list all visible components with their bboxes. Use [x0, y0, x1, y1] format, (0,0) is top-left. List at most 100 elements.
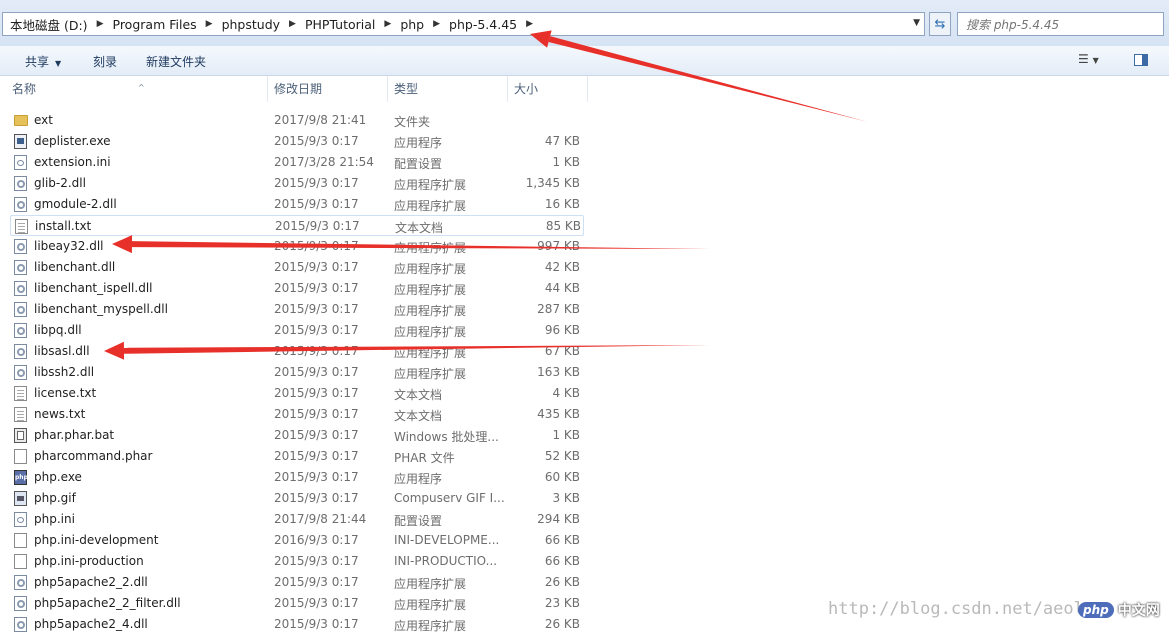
- dll-file-icon: [14, 281, 27, 296]
- file-type: 应用程序扩展: [394, 325, 467, 339]
- address-history-dropdown-icon[interactable]: ▼: [913, 18, 920, 28]
- bat-file-icon: [14, 428, 27, 443]
- file-type: 文本文档: [394, 388, 443, 402]
- breadcrumb-item[interactable]: Program Files: [110, 17, 200, 32]
- file-name: glib-2.dll: [34, 176, 86, 190]
- file-date: 2015/9/3 0:17: [274, 323, 359, 337]
- file-row[interactable]: ext 2017/9/8 21:41 文件夹: [10, 110, 584, 131]
- burn-button[interactable]: 刻录: [93, 53, 117, 70]
- file-size: 1,345 KB: [525, 176, 580, 190]
- file-date: 2017/3/28 21:54: [274, 155, 374, 169]
- column-header-name-label: 名称: [12, 82, 37, 96]
- chevron-down-icon: ▼: [1092, 56, 1099, 65]
- file-row[interactable]: libenchant_ispell.dll 2015/9/3 0:17 应用程序扩展…: [10, 278, 584, 299]
- file-row[interactable]: libeay32.dll 2015/9/3 0:17 应用程序扩展 997 KB: [10, 236, 584, 257]
- file-row[interactable]: libssh2.dll 2015/9/3 0:17 应用程序扩展 163 KB: [10, 362, 584, 383]
- share-button[interactable]: 共享 ▼: [25, 53, 61, 70]
- file-date: 2017/9/8 21:41: [274, 113, 367, 127]
- file-name: license.txt: [34, 386, 97, 400]
- file-type: 应用程序扩展: [394, 199, 467, 213]
- file-size: 294 KB: [537, 512, 580, 526]
- dll-file-icon: [14, 575, 27, 590]
- file-row[interactable]: news.txt 2015/9/3 0:17 文本文档 435 KB: [10, 404, 584, 425]
- dll-file-icon: [14, 239, 27, 254]
- search-input[interactable]: [964, 15, 1158, 35]
- file-row[interactable]: gmodule-2.dll 2015/9/3 0:17 应用程序扩展 16 KB: [10, 194, 584, 215]
- breadcrumb[interactable]: 本地磁盘 (D:) ▶ Program Files ▶ phpstudy ▶ PHPTuto…: [2, 12, 925, 36]
- file-row[interactable]: php5apache2_4.dll 2015/9/3 0:17 应用程序扩展 26 K…: [10, 614, 584, 635]
- file-row[interactable]: pharcommand.phar 2015/9/3 0:17 PHAR 文件 52 K…: [10, 446, 584, 467]
- file-row[interactable]: libsasl.dll 2015/9/3 0:17 应用程序扩展 67 KB: [10, 341, 584, 362]
- file-row[interactable]: php.gif 2015/9/3 0:17 Compuserv GIF I... 3 …: [10, 488, 584, 509]
- php-cn-logo: php 中文网: [1078, 598, 1160, 622]
- file-type: 应用程序扩展: [394, 577, 467, 591]
- file-row[interactable]: php5apache2_2.dll 2015/9/3 0:17 应用程序扩展 26 K…: [10, 572, 584, 593]
- file-row[interactable]: glib-2.dll 2015/9/3 0:17 应用程序扩展 1,345 KB: [10, 173, 584, 194]
- file-size: 287 KB: [537, 302, 580, 316]
- file-row[interactable]: libpq.dll 2015/9/3 0:17 应用程序扩展 96 KB: [10, 320, 584, 341]
- txt-file-icon: [15, 219, 28, 234]
- breadcrumb-separator-icon[interactable]: ▶: [91, 19, 110, 29]
- file-row[interactable]: libenchant.dll 2015/9/3 0:17 应用程序扩展 42 KB: [10, 257, 584, 278]
- file-row[interactable]: php php.exe 2015/9/3 0:17 应用程序 60 KB: [10, 467, 584, 488]
- breadcrumb-item[interactable]: php-5.4.45: [446, 17, 520, 32]
- breadcrumb-separator-icon[interactable]: ▶: [520, 19, 539, 29]
- column-header-name[interactable]: 名称 ^: [6, 76, 268, 102]
- file-size: 4 KB: [552, 386, 580, 400]
- breadcrumb-item[interactable]: 本地磁盘 (D:): [7, 15, 91, 34]
- file-date: 2015/9/3 0:17: [274, 491, 359, 505]
- column-header-size[interactable]: 大小: [508, 76, 588, 102]
- file-row[interactable]: phar.phar.bat 2015/9/3 0:17 Windows 批处理...…: [10, 425, 584, 446]
- file-row[interactable]: php.ini 2017/9/8 21:44 配置设置 294 KB: [10, 509, 584, 530]
- file-name: gmodule-2.dll: [34, 197, 117, 211]
- file-type: INI-DEVELOPME...: [394, 533, 500, 547]
- file-name: libeay32.dll: [34, 239, 104, 253]
- file-name: extension.ini: [34, 155, 111, 169]
- folder-file-icon: [14, 115, 28, 126]
- column-header-date[interactable]: 修改日期: [268, 76, 388, 102]
- column-header-row: 名称 ^ 修改日期 类型 大小: [0, 76, 1169, 102]
- breadcrumb-item[interactable]: php: [397, 17, 427, 32]
- file-size: 60 KB: [544, 470, 580, 484]
- breadcrumb-separator-icon[interactable]: ▶: [378, 19, 397, 29]
- file-row[interactable]: deplister.exe 2015/9/3 0:17 应用程序 47 KB: [10, 131, 584, 152]
- file-size: 1 KB: [552, 428, 580, 442]
- file-type: 配置设置: [394, 514, 443, 528]
- file-name: news.txt: [34, 407, 86, 421]
- file-row[interactable]: install.txt 2015/9/3 0:17 文本文档 85 KB: [10, 215, 584, 236]
- file-row[interactable]: license.txt 2015/9/3 0:17 文本文档 4 KB: [10, 383, 584, 404]
- file-name: php.ini-development: [34, 533, 159, 547]
- file-row[interactable]: extension.ini 2017/3/28 21:54 配置设置 1 KB: [10, 152, 584, 173]
- file-row[interactable]: libenchant_myspell.dll 2015/9/3 0:17 应用程序扩…: [10, 299, 584, 320]
- file-size: 52 KB: [544, 449, 580, 463]
- dll-file-icon: [14, 365, 27, 380]
- change-view-button[interactable]: ☰ ▼: [1078, 52, 1099, 66]
- dll-file-icon: [14, 197, 27, 212]
- refresh-button[interactable]: ⇆: [929, 12, 951, 36]
- file-row[interactable]: php.ini-development 2016/9/3 0:17 INI-DEVE…: [10, 530, 584, 551]
- column-header-type[interactable]: 类型: [388, 76, 508, 102]
- breadcrumb-item[interactable]: PHPTutorial: [302, 17, 378, 32]
- file-name: libsasl.dll: [34, 344, 90, 358]
- file-date: 2015/9/3 0:17: [274, 575, 359, 589]
- search-box[interactable]: [957, 12, 1164, 36]
- breadcrumb-separator-icon[interactable]: ▶: [200, 19, 219, 29]
- breadcrumb-item[interactable]: phpstudy: [219, 17, 283, 32]
- file-size: 16 KB: [544, 197, 580, 211]
- file-row[interactable]: php.ini-production 2015/9/3 0:17 INI-PRODU…: [10, 551, 584, 572]
- breadcrumb-separator-icon[interactable]: ▶: [427, 19, 446, 29]
- file-size: 163 KB: [537, 365, 580, 379]
- preview-pane-button[interactable]: [1134, 54, 1148, 66]
- breadcrumb-separator-icon[interactable]: ▶: [283, 19, 302, 29]
- logo-text: 中文网: [1117, 603, 1160, 619]
- breadcrumb-items: 本地磁盘 (D:) ▶ Program Files ▶ phpstudy ▶ PHPTuto…: [7, 13, 539, 35]
- new-folder-button[interactable]: 新建文件夹: [146, 53, 206, 70]
- file-size: 1 KB: [552, 155, 580, 169]
- file-name: phar.phar.bat: [34, 428, 115, 442]
- file-row[interactable]: php5apache2_2_filter.dll 2015/9/3 0:17 应用程…: [10, 593, 584, 614]
- file-date: 2015/9/3 0:17: [275, 219, 360, 233]
- dll-file-icon: [14, 617, 27, 632]
- file-date: 2015/9/3 0:17: [274, 134, 359, 148]
- file-name: php.gif: [34, 491, 76, 505]
- file-name: php.ini: [34, 512, 75, 526]
